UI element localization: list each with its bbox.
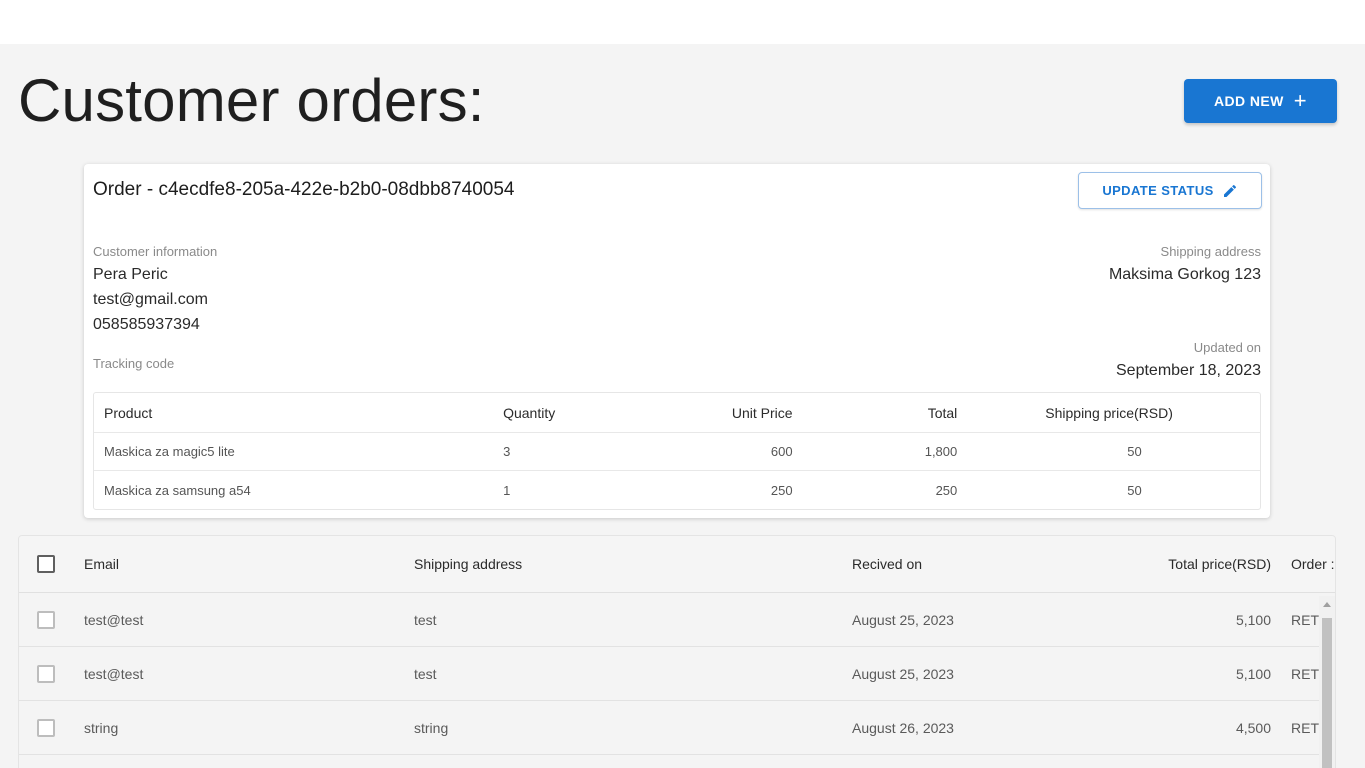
item-product: Maskica za samsung a54 bbox=[104, 482, 251, 498]
order-title: Order - c4ecdfe8-205a-422e-b2b0-08dbb874… bbox=[93, 179, 515, 200]
items-header-quantity: Quantity bbox=[493, 393, 603, 433]
table-row[interactable]: test@test test August 25, 2023 5,100 RET bbox=[19, 593, 1335, 647]
row-shipping-address: test bbox=[414, 665, 437, 682]
row-checkbox[interactable] bbox=[37, 664, 55, 683]
row-email: test@test bbox=[84, 611, 144, 628]
customer-phone: 058585937394 bbox=[93, 316, 200, 333]
customer-name: Pera Peric bbox=[93, 266, 168, 283]
row-total-price: 5,100 bbox=[1235, 611, 1271, 628]
updated-on-value: September 18, 2023 bbox=[1116, 362, 1261, 379]
shipping-address-label: Shipping address bbox=[1160, 244, 1261, 259]
row-received-on: August 25, 2023 bbox=[852, 611, 954, 628]
item-unit-price: 250 bbox=[770, 482, 793, 498]
row-received-on: August 26, 2023 bbox=[852, 719, 954, 736]
column-header-total-price[interactable]: Total price(RSD) bbox=[1168, 536, 1271, 592]
customer-info-label: Customer information bbox=[93, 244, 218, 259]
table-row[interactable]: string string August 26, 2023 4,500 RET bbox=[19, 701, 1335, 755]
update-status-label: UPDATE STATUS bbox=[1102, 183, 1214, 198]
add-new-button[interactable]: ADD NEW + bbox=[1184, 79, 1337, 123]
column-header-shipping-address[interactable]: Shipping address bbox=[414, 536, 522, 592]
row-checkbox[interactable] bbox=[37, 718, 55, 737]
row-received-on: August 25, 2023 bbox=[852, 665, 954, 682]
item-product: Maskica za magic5 lite bbox=[94, 433, 494, 471]
scroll-up-arrow-icon[interactable] bbox=[1323, 602, 1331, 607]
item-row: Maskica za samsung a54 1 250 250 50 bbox=[94, 471, 1260, 509]
item-quantity: 3 bbox=[493, 433, 603, 471]
add-new-label: ADD NEW bbox=[1214, 93, 1284, 109]
items-header-shipping-price: Shipping price(RSD) bbox=[967, 393, 1260, 433]
column-header-received-on[interactable]: Recived on bbox=[852, 536, 922, 592]
updated-on-label: Updated on bbox=[1193, 340, 1261, 355]
items-header-unit-price: Unit Price bbox=[602, 393, 803, 433]
update-status-button[interactable]: UPDATE STATUS bbox=[1078, 172, 1262, 209]
top-bar bbox=[0, 0, 1365, 44]
orders-data-grid: Email Shipping address Recived on Total … bbox=[18, 535, 1336, 768]
row-email: string bbox=[84, 719, 119, 736]
grid-header-row: Email Shipping address Recived on Total … bbox=[19, 536, 1335, 593]
tracking-code-label: Tracking code bbox=[93, 356, 175, 371]
item-shipping-price: 50 bbox=[1127, 482, 1142, 498]
row-checkbox[interactable] bbox=[37, 610, 55, 629]
shipping-address-value: Maksima Gorkog 123 bbox=[1108, 266, 1261, 283]
item-row: Maskica za magic5 lite 3 600 1,800 50 bbox=[94, 433, 1260, 471]
row-total-price: 5,100 bbox=[1235, 665, 1271, 682]
plus-icon: + bbox=[1293, 88, 1307, 113]
pencil-icon bbox=[1223, 184, 1236, 197]
row-order-status: RET bbox=[1291, 611, 1319, 628]
row-order-status: RET bbox=[1291, 665, 1319, 682]
row-email: test@test bbox=[84, 665, 144, 682]
item-total: 1,800 bbox=[802, 433, 968, 471]
column-header-email[interactable]: Email bbox=[84, 536, 119, 592]
select-all-checkbox[interactable] bbox=[37, 555, 55, 573]
table-row[interactable]: test@test test August 25, 2023 5,100 RET bbox=[19, 647, 1335, 701]
item-unit-price: 600 bbox=[602, 433, 803, 471]
items-header-total: Total bbox=[802, 393, 968, 433]
customer-email: test@gmail.com bbox=[93, 291, 208, 308]
item-shipping-price: 50 bbox=[967, 433, 1260, 471]
order-items-table: Product Quantity Unit Price Total Shippi… bbox=[93, 392, 1261, 510]
grid-scrollbar[interactable] bbox=[1319, 596, 1335, 768]
order-details-card: Order - c4ecdfe8-205a-422e-b2b0-08dbb874… bbox=[84, 164, 1270, 518]
items-header-row: Product Quantity Unit Price Total Shippi… bbox=[94, 393, 1260, 433]
scroll-thumb[interactable] bbox=[1322, 618, 1332, 768]
row-shipping-address: test bbox=[414, 611, 437, 628]
items-header-product: Product bbox=[94, 393, 494, 433]
row-total-price: 4,500 bbox=[1235, 719, 1271, 736]
page-title: Customer orders: bbox=[18, 67, 485, 134]
item-quantity: 1 bbox=[503, 482, 511, 498]
row-order-status: RET bbox=[1291, 719, 1319, 736]
column-header-order-status[interactable]: Order : bbox=[1291, 536, 1335, 592]
item-total: 250 bbox=[935, 482, 958, 498]
row-shipping-address: string bbox=[414, 719, 449, 736]
